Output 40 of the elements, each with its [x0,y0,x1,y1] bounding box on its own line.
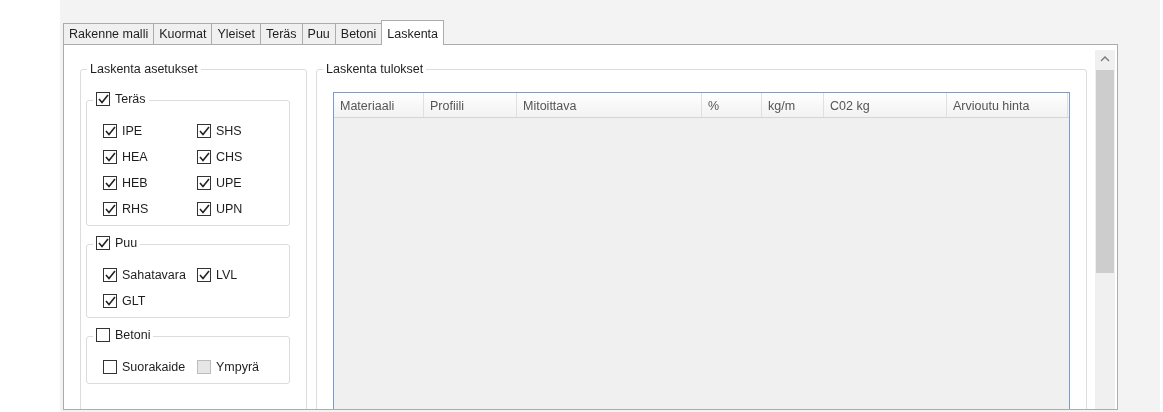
checkmark-icon [104,296,116,306]
checkmark-icon [198,204,210,214]
column-header[interactable]: % [702,93,762,117]
checkbox[interactable]: UPN [197,201,283,217]
checkbox[interactable]: CHS [197,149,283,165]
checkmark-icon [198,270,210,280]
checkmark-icon [198,178,210,188]
checkmark-icon [104,178,116,188]
checkmark-icon [104,126,116,136]
checkbox[interactable]: Puu [93,235,141,251]
scrollbar-thumb[interactable] [1096,70,1114,273]
checkmark-icon [198,152,210,162]
scrollbar[interactable] [1095,50,1115,409]
checkmark-icon [97,238,109,248]
column-header[interactable]: Materiaali [334,93,424,117]
checkbox[interactable]: IPE [103,123,197,139]
tab[interactable]: Laskenta [381,20,444,45]
checkbox[interactable]: Sahatavara [103,267,197,283]
column-header[interactable]: Profiili [424,93,517,117]
checkmark-icon [104,270,116,280]
column-header[interactable]: C02 kg [824,93,947,117]
checkbox[interactable]: HEA [103,149,197,165]
checkbox[interactable]: Suorakaide [103,359,197,375]
checkbox[interactable]: HEB [103,175,197,191]
checkmark-icon [198,126,210,136]
checkbox[interactable]: RHS [103,201,197,217]
checkmark-icon [104,152,116,162]
checkbox[interactable]: SHS [197,123,283,139]
checkbox[interactable]: LVL [197,267,283,283]
scroll-up-icon[interactable] [1100,56,1110,62]
column-header[interactable]: Mitoittava [517,93,702,117]
checkbox[interactable]: GLT [103,293,197,309]
checkbox[interactable]: Teräs [93,91,149,107]
checkmark-icon [104,204,116,214]
tab[interactable]: Rakenne malli [63,23,155,44]
checkbox[interactable]: Betoni [93,327,154,343]
column-header[interactable]: Arvioutu hinta [947,93,1068,117]
column-header[interactable]: kg/m [762,93,824,117]
checkbox[interactable]: UPE [197,175,283,191]
checkmark-icon [97,94,109,104]
